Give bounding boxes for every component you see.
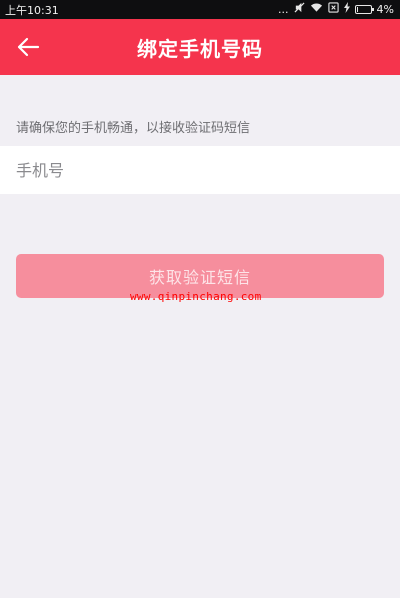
phone-number-input[interactable] — [0, 146, 400, 194]
signal-dots: ... — [278, 3, 289, 16]
watermark: www.qinpinchang.com — [130, 290, 262, 303]
status-time: 上午10:31 — [5, 3, 59, 17]
hint-text: 请确保您的手机畅通，以接收验证码短信 — [16, 121, 251, 136]
charging-icon — [343, 0, 350, 19]
arrow-left-icon — [17, 37, 40, 57]
back-button[interactable] — [12, 31, 44, 63]
status-icons: ... 4% — [278, 0, 394, 19]
status-bar: 上午10:31 ... 4% — [0, 0, 400, 19]
battery-icon — [354, 5, 374, 14]
mute-icon — [294, 0, 305, 19]
screen: 上午10:31 ... 4% 绑定手机号码 请确保您的手机畅通，以接收验证码短信… — [0, 0, 400, 598]
page-title: 绑定手机号码 — [137, 36, 263, 61]
phone-input-row — [0, 146, 400, 194]
app-header: 绑定手机号码 — [0, 19, 400, 75]
sim-icon — [327, 0, 339, 19]
wifi-icon — [310, 0, 323, 19]
battery-percent: 4% — [376, 3, 394, 16]
